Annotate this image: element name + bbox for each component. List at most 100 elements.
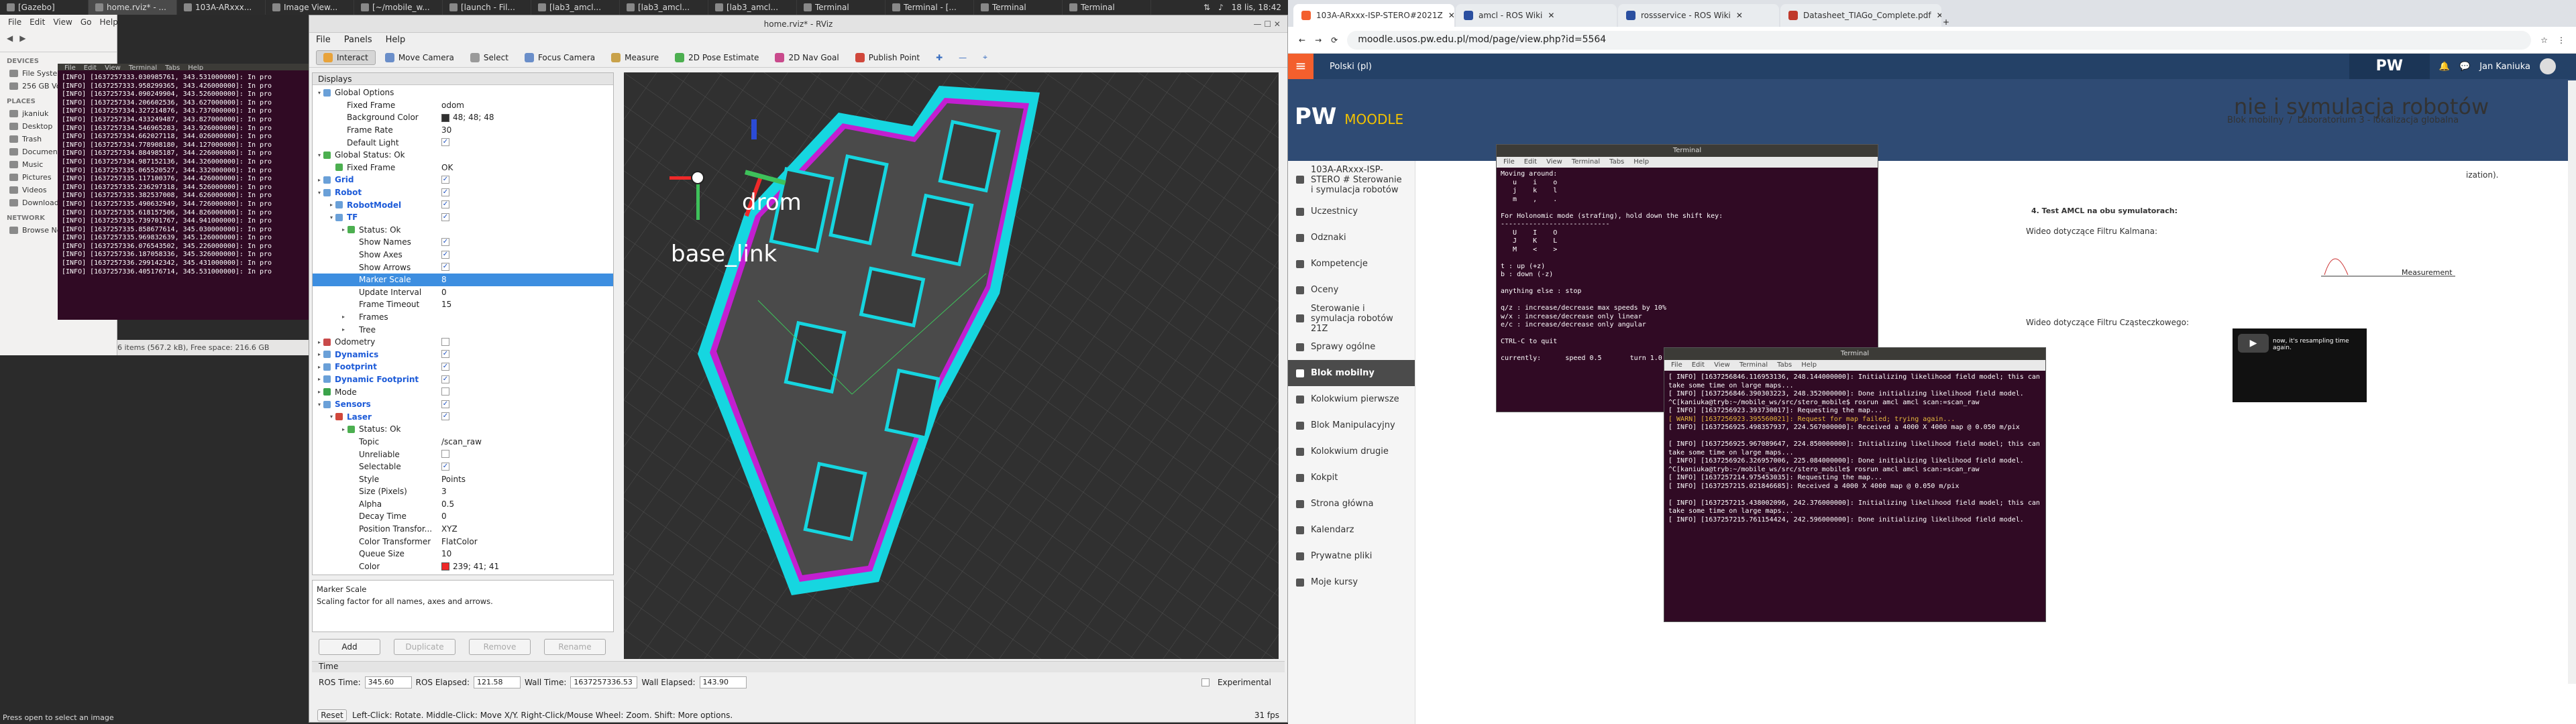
tree-row-value[interactable]: /scan_raw (441, 437, 482, 446)
taskbar-item[interactable]: 103A-ARxxx... (177, 0, 266, 15)
tree-row[interactable]: ▸ Status: Ok (313, 423, 613, 436)
tree-row[interactable]: Topic/scan_raw (313, 436, 613, 448)
terminal-menu-item[interactable]: Help (1801, 361, 1817, 369)
wall-time-field[interactable]: 1637257336.53 (570, 676, 638, 688)
terminal-menu-item[interactable]: Help (1633, 158, 1649, 166)
amcl-terminal-output[interactable]: [ INFO] [1637256846.116953136, 248.14400… (1664, 371, 2045, 527)
sidebar-item[interactable]: Sprawy ogólne (1288, 334, 1415, 360)
tree-row[interactable]: Position Transfor... XYZ (313, 523, 613, 536)
tool-2d-pose-estimate[interactable]: 2D Pose Estimate (668, 51, 765, 64)
expand-arrow-icon[interactable]: ▾ (315, 190, 323, 196)
visibility-checkbox[interactable]: ✓ (441, 263, 449, 272)
visibility-checkbox[interactable]: ✓ (441, 400, 449, 408)
menu-item[interactable]: View (53, 17, 72, 27)
expand-arrow-icon[interactable]: ▸ (315, 177, 323, 183)
tree-row[interactable]: Size (Pixels) 3 (313, 485, 613, 498)
close-icon[interactable]: ✕ (1937, 11, 1941, 20)
sidebar-item[interactable]: Kolokwium drugie (1288, 438, 1415, 465)
rviz-menu-item[interactable]: Panels (344, 35, 372, 46)
taskbar-item[interactable]: Terminal (974, 0, 1063, 15)
visibility-checkbox[interactable]: ✓ (441, 138, 449, 147)
browser-tab[interactable]: amcl - ROS Wiki ✕ (1456, 4, 1617, 27)
tree-row-value[interactable]: 3 (441, 487, 447, 496)
terminal-menu-item[interactable]: File (1671, 361, 1682, 369)
tree-row-value[interactable]: 239; 41; 41 (441, 562, 499, 571)
tree-row-value[interactable]: 10 (441, 549, 451, 558)
tree-row[interactable]: Fixed Frame odom (313, 99, 613, 112)
expand-arrow-icon[interactable]: ▸ (315, 339, 323, 345)
tool-measure[interactable]: Measure (604, 51, 665, 64)
tree-row[interactable]: Queue Size 10 (313, 548, 613, 560)
expand-arrow-icon[interactable]: ▸ (339, 326, 347, 333)
tree-row-value[interactable]: 48; 48; 48 (441, 113, 494, 122)
tool-select[interactable]: Select (464, 51, 515, 64)
sidebar-item[interactable]: Kalendarz (1288, 517, 1415, 543)
tree-row[interactable]: ▸ Grid ✓ (313, 174, 613, 186)
star-icon[interactable]: ☆ (2540, 36, 2548, 45)
browser-tab[interactable]: rossservice - ROS Wiki ✕ (1618, 4, 1779, 27)
crosshair-icon[interactable]: ⌖ (976, 50, 994, 64)
bell-icon[interactable]: 🔔 (2439, 62, 2450, 72)
tree-row[interactable]: Marker Scale 8 (313, 273, 613, 286)
visibility-checkbox[interactable] (441, 337, 449, 346)
experimental-checkbox[interactable] (1201, 678, 1210, 686)
tree-row[interactable]: ▾ Global Options (313, 86, 613, 99)
expand-arrow-icon[interactable]: ▸ (339, 426, 347, 432)
expand-arrow-icon[interactable]: ▾ (315, 402, 323, 408)
user-name[interactable]: Jan Kaniuka (2479, 62, 2530, 72)
taskbar-item[interactable]: [lab3_amcl... (531, 0, 620, 15)
sidebar-item[interactable]: 103A-ARxxx-ISP-STERO # Sterowanie i symu… (1288, 161, 1415, 198)
taskbar-item[interactable]: Image View... (266, 0, 354, 15)
visibility-checkbox[interactable]: ✓ (441, 350, 449, 359)
back-icon[interactable]: ← (1299, 36, 1305, 45)
tree-row-value[interactable]: 0.5 (441, 499, 454, 509)
tool-interact[interactable]: Interact (316, 50, 376, 65)
tree-row[interactable]: Unreliable (313, 448, 613, 461)
visibility-checkbox[interactable]: ✓ (441, 200, 449, 209)
tree-row[interactable]: ▾ Robot ✓ (313, 186, 613, 199)
duplicate-button[interactable]: Duplicate (394, 639, 455, 655)
sidebar-item[interactable]: Moje kursy (1288, 569, 1415, 595)
taskbar-item[interactable]: home.rviz* - ... (89, 0, 177, 15)
tree-row[interactable]: Style Points (313, 473, 613, 485)
browser-tab[interactable]: 103A-ARxxx-ISP-STERO#2021Z ✕ (1293, 4, 1454, 27)
tree-row[interactable]: Selectable ✓ (313, 461, 613, 473)
sidebar-item[interactable]: Kompetencje (1288, 251, 1415, 277)
tree-row[interactable]: ▸ Odometry (313, 336, 613, 349)
sidebar-item[interactable]: Blok mobilny (1288, 360, 1415, 386)
add-button[interactable]: Add (319, 639, 380, 655)
tool-move-camera[interactable]: Move Camera (378, 51, 461, 64)
visibility-checkbox[interactable]: ✓ (441, 176, 449, 184)
tree-row[interactable]: Color Transformer FlatColor (313, 535, 613, 548)
expand-arrow-icon[interactable]: ▾ (315, 152, 323, 158)
tree-row[interactable]: ▾ Laser ✓ (313, 410, 613, 423)
forward-icon[interactable]: ▶ (19, 34, 25, 48)
breadcrumb-blok[interactable]: Blok mobilny (2227, 115, 2284, 125)
avatar[interactable] (2540, 58, 2556, 74)
close-icon[interactable]: ✕ (1736, 11, 1743, 20)
tree-row[interactable]: ▸ Footprint ✓ (313, 361, 613, 373)
terminal-menu-item[interactable]: Terminal (1572, 158, 1600, 166)
visibility-checkbox[interactable]: ✓ (441, 462, 449, 471)
tree-row-value[interactable]: 0 (441, 511, 447, 521)
tree-row[interactable]: Update Interval 0 (313, 286, 613, 299)
menu-item[interactable]: File (8, 17, 21, 27)
tree-row[interactable]: ▸ RobotModel ✓ (313, 198, 613, 211)
tree-row[interactable]: ▸ Mode (313, 385, 613, 398)
wall-elapsed-field[interactable]: 143.90 (699, 676, 747, 688)
play-icon[interactable]: ▶ (2238, 334, 2269, 353)
expand-arrow-icon[interactable]: ▾ (327, 215, 335, 221)
reload-icon[interactable]: ⟳ (1331, 36, 1338, 45)
network-icon[interactable]: ⇅ (1203, 3, 1210, 12)
tree-row[interactable]: Default Light ✓ (313, 136, 613, 149)
visibility-checkbox[interactable]: ✓ (441, 238, 449, 247)
tree-row[interactable]: Decay Time 0 (313, 510, 613, 523)
ros-time-field[interactable]: 345.60 (364, 676, 412, 688)
hamburger-icon[interactable]: ≡ (1288, 54, 1313, 79)
taskbar-item[interactable]: [launch - Fil... (443, 0, 531, 15)
video-embed[interactable]: ▶ now, it's resampling time again. (2233, 328, 2367, 402)
tree-row[interactable]: Background Color 48; 48; 48 (313, 111, 613, 124)
terminal-menu-item[interactable]: View (1714, 361, 1730, 369)
window-controls[interactable]: — ☐ ✕ (1254, 15, 1281, 33)
expand-arrow-icon[interactable]: ▸ (315, 364, 323, 370)
